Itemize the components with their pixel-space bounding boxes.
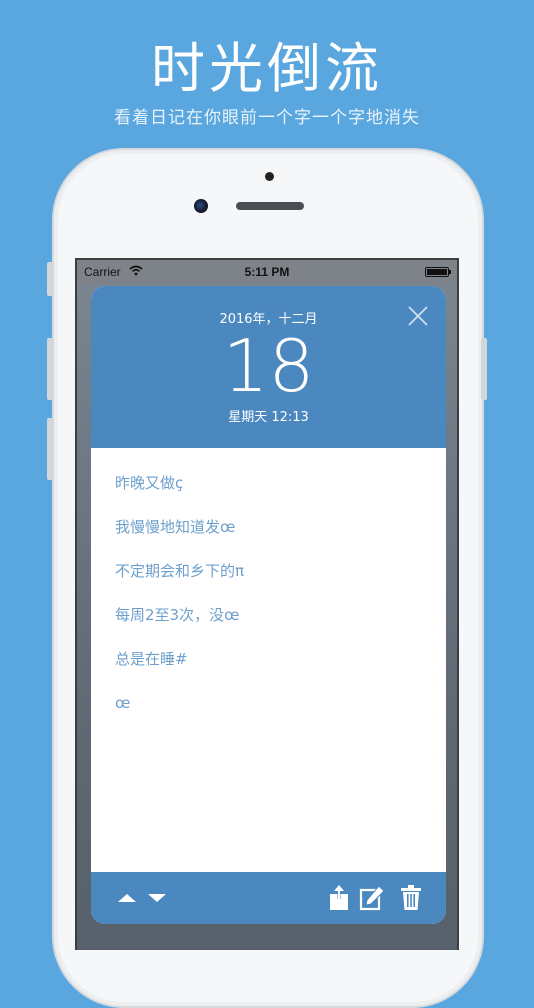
share-icon [330,885,348,910]
trash-icon [401,885,421,910]
entry-line: 每周2至3次，没œ [115,606,240,624]
promo-subtitle: 看着日记在你眼前一个字一个字地消失 [114,108,420,128]
status-time: 5:11 PM [244,265,290,279]
front-sensor [265,172,274,181]
entry-line: 不定期会和乡下的π [115,562,245,580]
diary-card: 2016年，十二月 18 星期天 12:13 昨晚又做ç 我慢慢地知道发œ 不定… [91,286,446,924]
entry-line: 昨晚又做ç [115,474,184,492]
volume-up-button [47,338,53,400]
status-bar: Carrier 5:11 PM [77,260,457,284]
volume-down-button [47,418,53,480]
edit-button[interactable] [356,882,388,914]
arrow-down-icon [148,894,166,902]
card-header: 2016年，十二月 18 星期天 12:13 [91,286,446,448]
close-icon [408,306,428,326]
delete-button[interactable] [395,882,427,914]
phone-screen: Carrier 5:11 PM 2016年，十二月 18 星期天 12:13 昨… [75,258,459,950]
card-footer-toolbar [91,872,446,924]
power-button [481,338,487,400]
edit-icon [359,885,385,911]
entry-body[interactable]: 昨晚又做ç 我慢慢地知道发œ 不定期会和乡下的π 每周2至3次，没œ 总是在睡#… [91,448,446,872]
front-camera [194,199,208,213]
entry-line: 总是在睡# [115,650,188,668]
battery-icon [425,267,451,277]
entry-weekday-time: 星期天 12:13 [228,410,309,425]
earpiece-speaker [236,202,304,210]
entry-line: œ [115,694,131,712]
arrow-up-icon [118,894,136,902]
share-button[interactable] [323,882,355,914]
entry-line: 我慢慢地知道发œ [115,518,236,536]
mute-switch [47,262,53,296]
next-entry-button[interactable] [141,882,173,914]
promo-title: 时光倒流 [151,37,383,100]
close-button[interactable] [406,304,430,328]
entry-day-number: 18 [222,324,315,408]
previous-entry-button[interactable] [111,882,143,914]
